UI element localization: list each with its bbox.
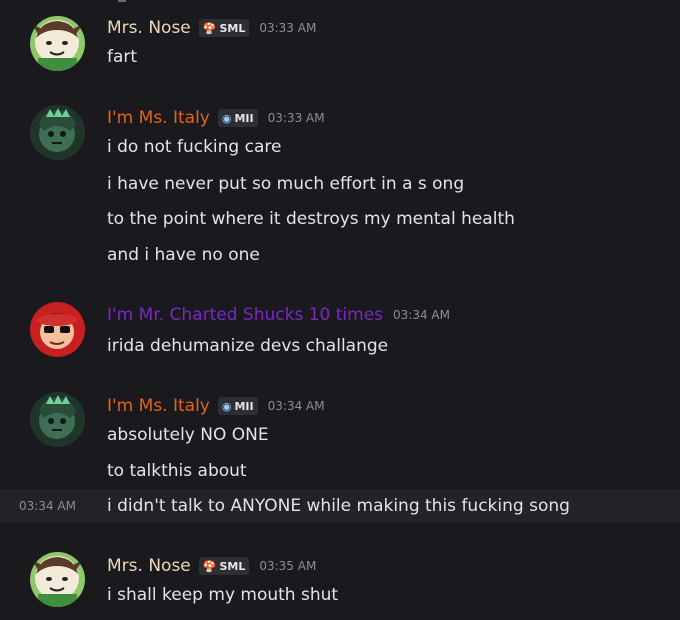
timestamp[interactable]: 03:35 AM: [259, 559, 316, 573]
avatar-image: [30, 552, 85, 607]
message-group[interactable]: Mrs. Nose 🍄 SML 03:35 AM i shall keep my…: [0, 0, 680, 620]
mushroom-icon: 🍄: [202, 559, 217, 573]
server-tag[interactable]: 🍄 SML: [198, 557, 250, 575]
avatar[interactable]: [30, 552, 85, 607]
username[interactable]: Mrs. Nose: [107, 556, 191, 576]
message-text: i shall keep my mouth shut: [107, 585, 339, 605]
server-tag-label: SML: [219, 559, 246, 573]
chat-log: Mrs. Nose 🍄 SML 03:33 AM fart I'm Ms. It…: [0, 0, 680, 620]
